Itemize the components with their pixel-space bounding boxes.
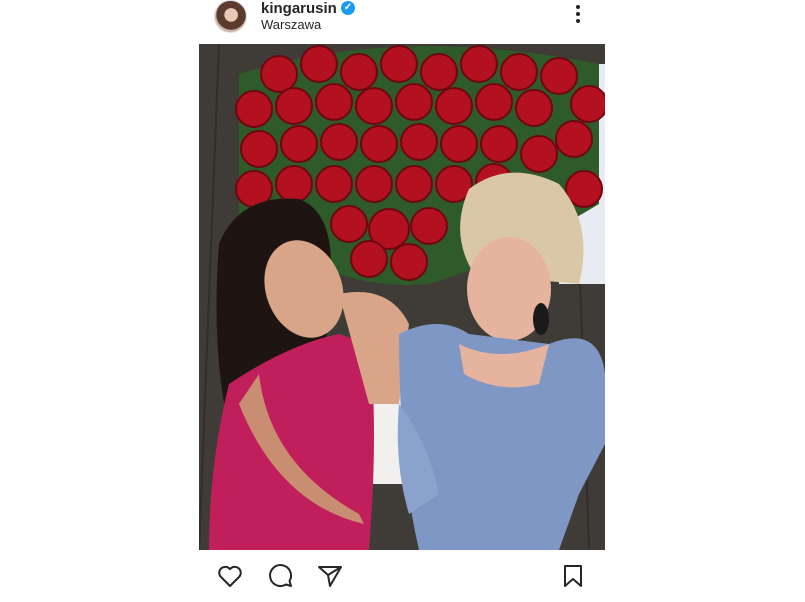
post-header: kingarusin ✓ Warszawa <box>200 0 605 40</box>
avatar[interactable] <box>214 0 247 33</box>
bookmark-icon[interactable] <box>559 562 587 590</box>
send-icon[interactable] <box>316 562 344 590</box>
more-vertical-icon[interactable] <box>568 3 588 27</box>
post-photo[interactable] <box>199 44 605 550</box>
location-link[interactable]: Warszawa <box>261 17 321 32</box>
post-actions <box>200 558 605 594</box>
heart-icon[interactable] <box>216 562 244 590</box>
comment-icon[interactable] <box>266 562 294 590</box>
username[interactable]: kingarusin <box>261 0 337 17</box>
photo-illustration <box>199 44 605 550</box>
verified-badge-icon: ✓ <box>341 1 355 15</box>
